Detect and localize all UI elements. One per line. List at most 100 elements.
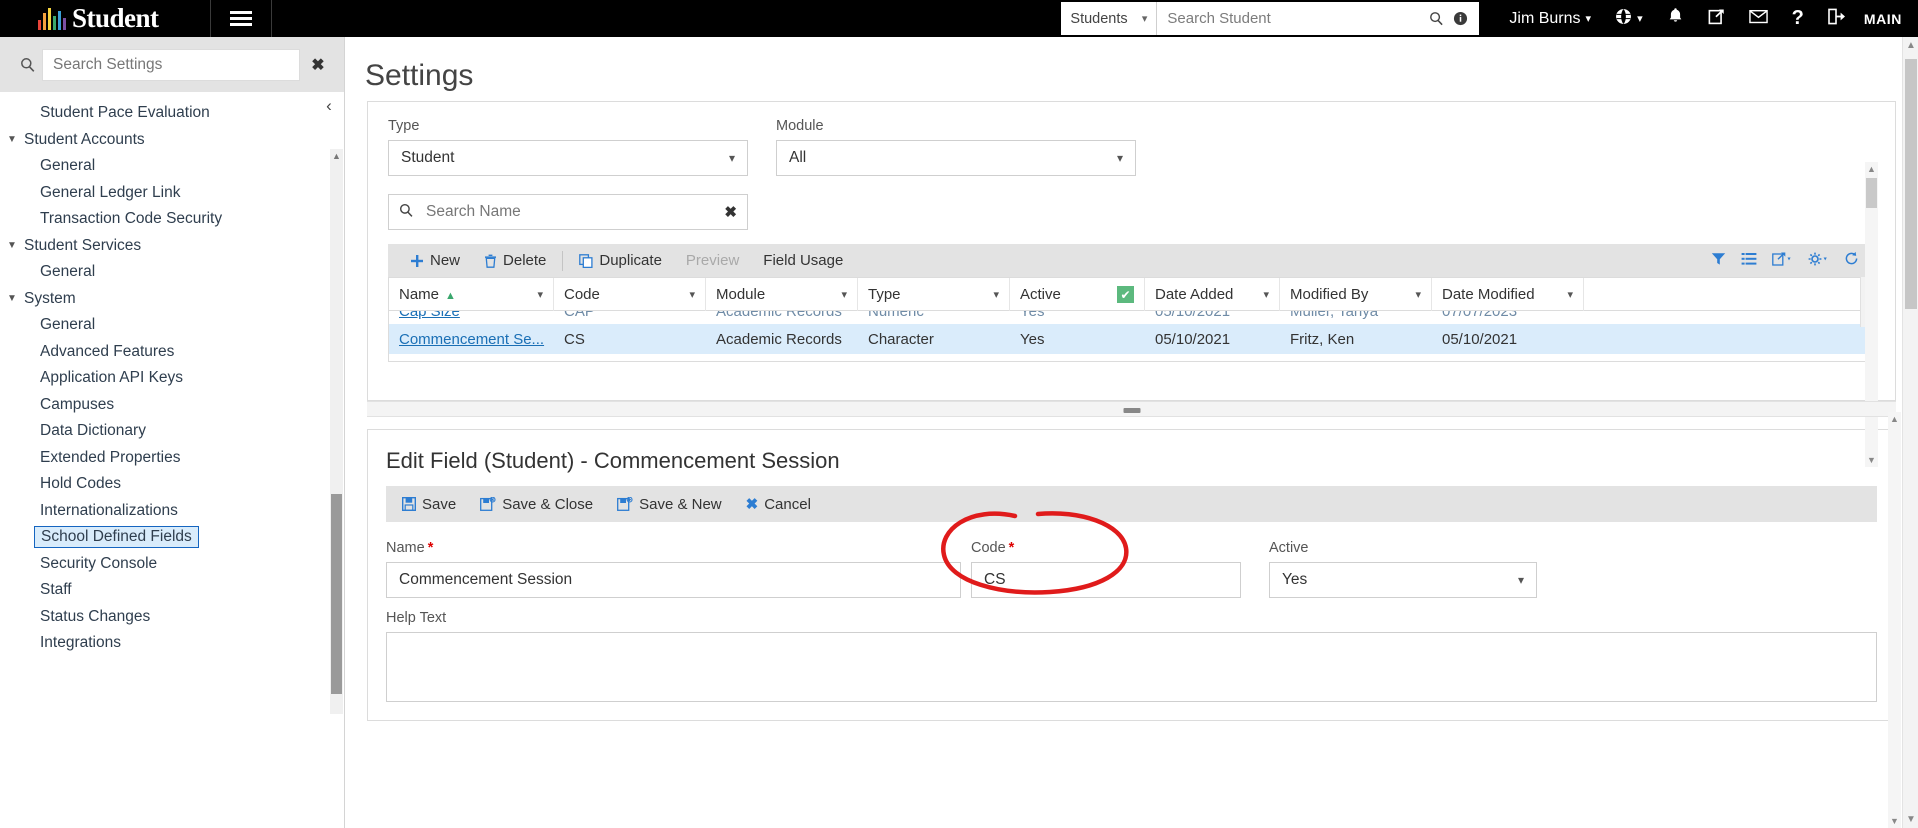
splitter-handle[interactable] (1123, 408, 1140, 413)
chevron-down-icon[interactable]: ▾ (537, 288, 543, 301)
filter-icon[interactable] (1711, 252, 1726, 270)
scroll-up-arrow-icon[interactable]: ▲ (1890, 414, 1899, 424)
scrollbar-thumb[interactable] (331, 494, 342, 694)
open-new-window-button[interactable] (1696, 0, 1737, 37)
sidebar-item-application-api-keys[interactable]: ▼Application API Keys (0, 365, 345, 392)
scroll-up-arrow-icon[interactable]: ▲ (1867, 164, 1876, 174)
scroll-up-arrow-icon[interactable]: ▲ (1906, 40, 1916, 51)
refresh-icon[interactable] (1844, 251, 1859, 270)
sidebar-item-extended-properties[interactable]: ▼Extended Properties (0, 445, 345, 472)
grid-column-header-name[interactable]: Name ▲ ▾ (389, 278, 554, 311)
chevron-down-icon[interactable]: ▾ (841, 288, 847, 301)
sidebar-item-general[interactable]: ▼General (0, 153, 345, 180)
sidebar-item-status-changes[interactable]: ▼Status Changes (0, 604, 345, 631)
save-button[interactable]: Save (390, 488, 468, 521)
grid-column-header-date-modified[interactable]: Date Modified ▾ (1432, 278, 1584, 311)
chevron-down-icon[interactable]: ▾ (1415, 288, 1421, 301)
search-scope-select[interactable]: Students ▾ (1061, 2, 1158, 35)
hamburger-icon[interactable] (211, 0, 271, 37)
sidebar-item-system[interactable]: ▼ System (0, 286, 345, 313)
field-usage-button[interactable]: Field Usage (751, 244, 855, 277)
table-row[interactable]: Commencement Se... CS Academic Records Char… (389, 324, 1874, 354)
sidebar-item-security-console[interactable]: ▼Security Console (0, 551, 345, 578)
caret-down-icon[interactable]: ▼ (0, 134, 24, 145)
sidebar-item-general[interactable]: ▼General (0, 312, 345, 339)
notifications-button[interactable] (1655, 0, 1696, 37)
active-filter-checkbox[interactable]: ✔ (1117, 286, 1134, 303)
search-student-field[interactable] (1157, 2, 1429, 35)
help-text-input[interactable] (386, 632, 1877, 702)
sidebar-item-general[interactable]: ▼General (0, 259, 345, 286)
grid-column-header-modified-by[interactable]: Modified By ▾ (1280, 278, 1432, 311)
grid-column-header-type[interactable]: Type ▾ (858, 278, 1010, 311)
grid-column-header-module[interactable]: Module ▾ (706, 278, 858, 311)
sidebar-item-advanced-features[interactable]: ▼Advanced Features (0, 339, 345, 366)
sidebar-item-internationalizations[interactable]: ▼Internationalizations (0, 498, 345, 525)
messages-button[interactable] (1737, 0, 1780, 37)
column-chooser-icon[interactable] (1741, 252, 1757, 270)
cancel-button[interactable]: ✖ Cancel (734, 488, 823, 521)
code-input[interactable]: CS (971, 562, 1241, 598)
page-scrollbar[interactable]: ▲ ▼ (1902, 37, 1918, 828)
save-and-new-button[interactable]: Save & New (605, 488, 734, 521)
chevron-down-icon[interactable]: ▾ (993, 288, 999, 301)
type-select[interactable]: Student ▾ (388, 140, 748, 176)
settings-gear-icon[interactable] (1808, 252, 1829, 270)
caret-down-icon[interactable]: ▼ (0, 240, 24, 251)
panel-splitter[interactable] (367, 401, 1896, 417)
brand-logo[interactable]: Student (0, 0, 210, 37)
name-input[interactable]: Commencement Session (386, 562, 961, 598)
active-select[interactable]: Yes ▾ (1269, 562, 1537, 598)
new-button[interactable]: New (398, 244, 472, 277)
clear-search-button[interactable]: ✖ (300, 55, 336, 75)
chevron-down-icon[interactable]: ▾ (1263, 288, 1269, 301)
field-name-link[interactable]: Cap Size (399, 311, 460, 320)
scrollbar-thumb[interactable] (1905, 59, 1917, 309)
logout-button[interactable] (1816, 0, 1858, 37)
sidebar-item-staff[interactable]: ▼Staff (0, 577, 345, 604)
delete-button[interactable]: Delete (472, 244, 558, 277)
sidebar-item-hold-codes[interactable]: ▼Hold Codes (0, 471, 345, 498)
info-icon[interactable] (1453, 11, 1468, 26)
cell-name[interactable]: Cap Size (389, 311, 554, 320)
help-button[interactable]: ? (1780, 0, 1816, 37)
scroll-down-arrow-icon[interactable]: ▼ (1890, 816, 1899, 826)
scroll-down-arrow-icon[interactable]: ▼ (1867, 455, 1876, 465)
search-name-input[interactable] (424, 202, 725, 222)
sidebar-item-student-pace-evaluation[interactable]: ▼Student Pace Evaluation (0, 100, 345, 127)
grid-column-header-active[interactable]: Active ✔ (1010, 278, 1145, 311)
user-menu[interactable]: Jim Burns ▾ (1497, 0, 1603, 37)
card-inner-scrollbar[interactable]: ▲ ▼ (1865, 162, 1878, 467)
caret-down-icon[interactable]: ▼ (0, 293, 24, 304)
save-and-close-button[interactable]: Save & Close (468, 488, 605, 521)
sidebar-item-general-ledger-link[interactable]: ▼General Ledger Link (0, 180, 345, 207)
module-select[interactable]: All ▾ (776, 140, 1136, 176)
table-row[interactable]: Cap Size CAP Academic Records Numeric Yes 05/… (389, 311, 1874, 324)
search-student-input[interactable] (1165, 9, 1422, 28)
sidebar-item-integrations[interactable]: ▼Integrations (0, 630, 345, 657)
sidebar-item-data-dictionary[interactable]: ▼Data Dictionary (0, 418, 345, 445)
sidebar-search-field[interactable] (42, 48, 300, 81)
cell-name[interactable]: Commencement Se... (389, 331, 554, 348)
search-icon[interactable] (1429, 11, 1444, 26)
grid-column-header-code[interactable]: Code ▾ (554, 278, 706, 311)
language-menu[interactable]: ▾ (1603, 0, 1655, 37)
search-settings-input[interactable] (51, 54, 291, 75)
chevron-down-icon[interactable]: ▾ (689, 288, 695, 301)
search-name-field[interactable]: ✖ (388, 194, 748, 230)
export-icon[interactable] (1772, 251, 1793, 270)
field-name-link[interactable]: Commencement Se... (399, 331, 544, 348)
sidebar-item-student-accounts[interactable]: ▼ Student Accounts (0, 127, 345, 154)
sidebar-item-transaction-code-security[interactable]: ▼Transaction Code Security (0, 206, 345, 233)
chevron-down-icon[interactable]: ▾ (1567, 288, 1573, 301)
duplicate-button[interactable]: Duplicate (567, 244, 674, 277)
grid-column-header-date-added[interactable]: Date Added ▾ (1145, 278, 1280, 311)
clear-name-search-button[interactable]: ✖ (724, 203, 737, 221)
scrollbar-thumb[interactable] (1866, 178, 1877, 208)
preview-button[interactable]: Preview (674, 244, 751, 277)
sidebar-item-school-defined-fields[interactable]: ▼School Defined Fields (0, 524, 345, 551)
edit-panel-scrollbar[interactable]: ▲ ▼ (1888, 412, 1901, 828)
sidebar-item-campuses[interactable]: ▼Campuses (0, 392, 345, 419)
sidebar-item-student-services[interactable]: ▼ Student Services (0, 233, 345, 260)
scroll-up-arrow-icon[interactable]: ▲ (332, 151, 341, 161)
